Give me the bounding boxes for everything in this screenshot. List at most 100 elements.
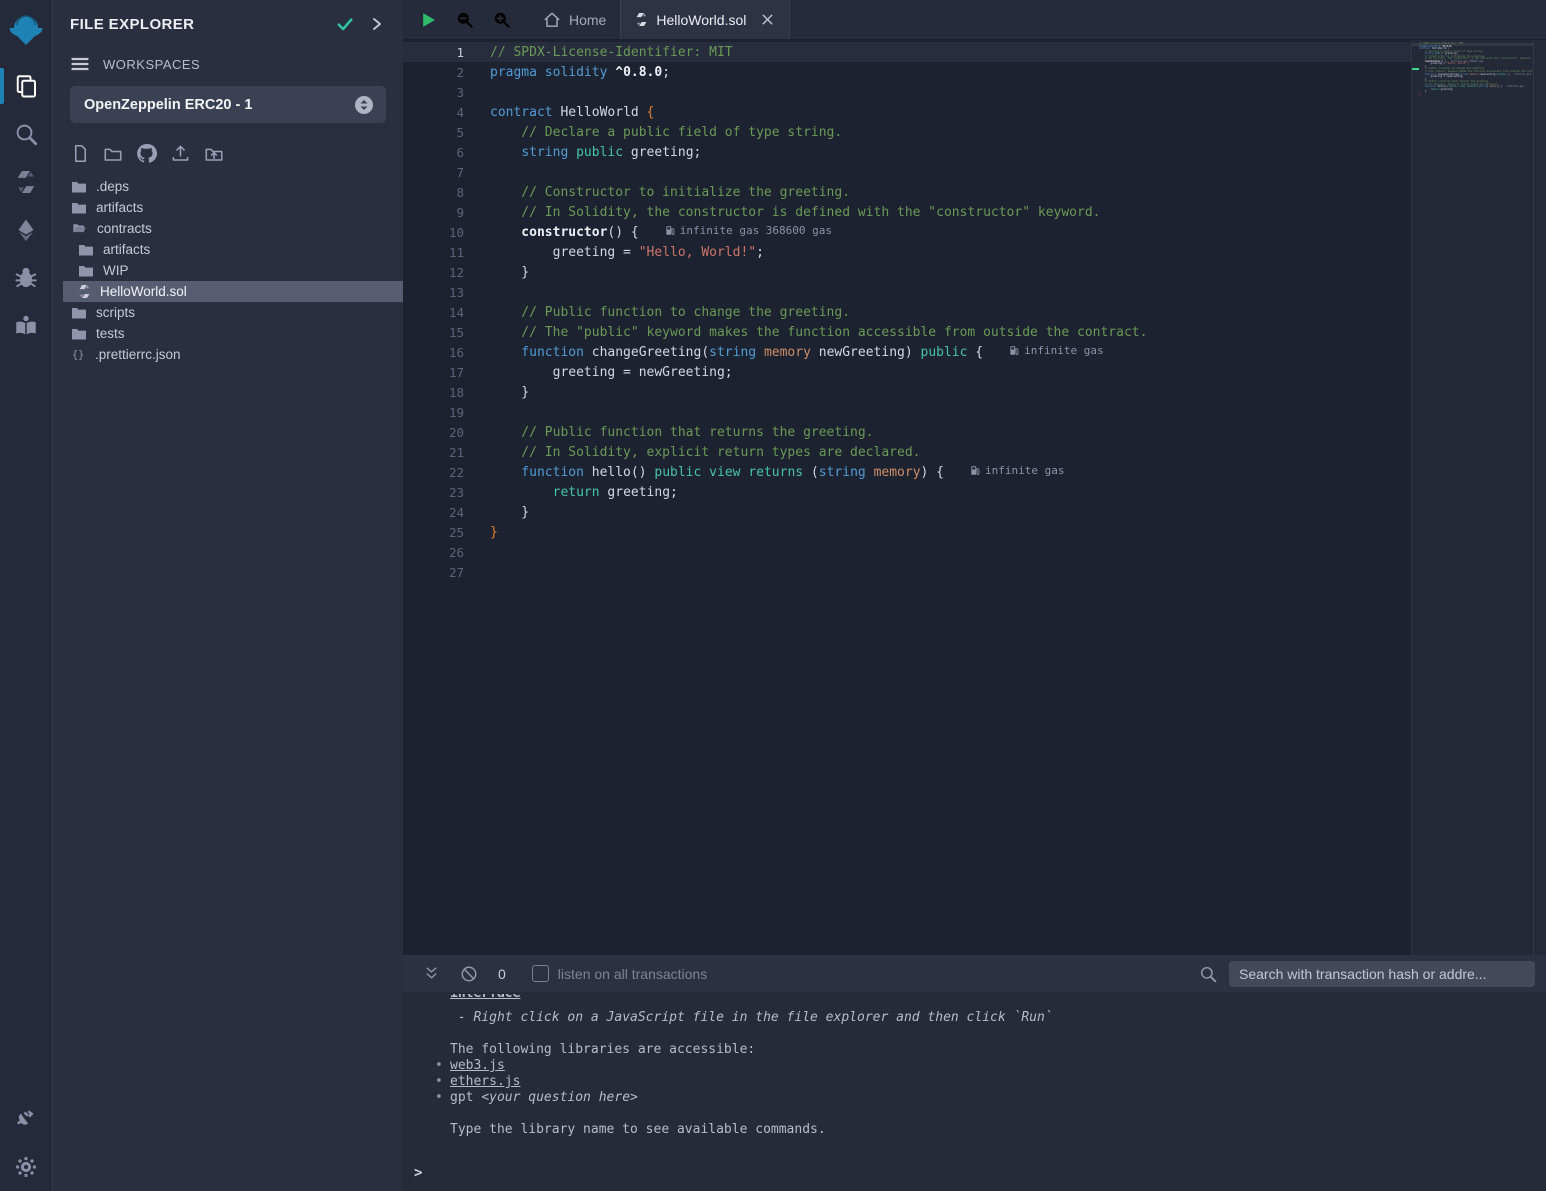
terminal-line: The following libraries are accessible:	[403, 1042, 1546, 1058]
tree-item--prettierrc-json[interactable]: {}.prettierrc.json	[53, 344, 403, 365]
workspaces-label: WORKSPACES	[103, 57, 200, 72]
tree-item-label: .deps	[96, 179, 129, 194]
tree-item-scripts[interactable]: scripts	[53, 302, 403, 323]
rail-item-settings[interactable]	[0, 1143, 53, 1191]
gas-estimate-badge: infinite gas	[1507, 86, 1524, 89]
minimap-content: // SPDX-License-Identifier: MITpragma so…	[1412, 40, 1533, 96]
line-number: 2	[403, 65, 464, 80]
line-number: 12	[403, 265, 464, 280]
code-line-3: 3	[403, 82, 1411, 102]
remix-ide-window: FILE EXPLORER WORKSPACES OpenZeppelin ER…	[0, 0, 1546, 1191]
rail-item-file-explorer[interactable]	[0, 62, 53, 110]
line-number: 8	[403, 185, 464, 200]
gas-icon	[665, 225, 675, 236]
terminal-link[interactable]: ethers.js	[450, 1074, 520, 1089]
code-editor[interactable]: 1// SPDX-License-Identifier: MIT2pragma …	[403, 40, 1546, 955]
line-number: 6	[403, 145, 464, 160]
tab-helloworld-sol[interactable]: HelloWorld.sol	[620, 0, 790, 39]
clear-console-icon[interactable]	[460, 965, 478, 983]
rail-item-solidity-compiler[interactable]	[0, 158, 53, 206]
tree-item-contracts[interactable]: contracts	[53, 218, 403, 239]
code-line-21: 21 // In Solidity, explicit return types…	[403, 442, 1411, 462]
rail-item-plugin-manager[interactable]	[0, 1095, 53, 1143]
check-icon[interactable]	[335, 14, 355, 34]
tree-item--deps[interactable]: .deps	[53, 176, 403, 197]
code-line-1: 1// SPDX-License-Identifier: MIT	[403, 42, 1411, 62]
gas-icon	[970, 465, 980, 476]
code-line-11: 11 greeting = "Hello, World!";	[403, 242, 1411, 262]
tree-item-artifacts[interactable]: artifacts	[53, 239, 403, 260]
code-line-2: 2pragma solidity ^0.8.0;	[403, 62, 1411, 82]
tree-item-artifacts[interactable]: artifacts	[53, 197, 403, 218]
folder-icon	[71, 327, 87, 341]
code-line-16: 16 function changeGreeting(string memory…	[403, 342, 1411, 362]
terminal-search-input[interactable]	[1229, 961, 1535, 987]
zoom-out-icon[interactable]	[455, 10, 474, 29]
code-line-7: 7	[403, 162, 1411, 182]
terminal-line: Type the library name to see available c…	[403, 1122, 1546, 1138]
new-file-icon[interactable]	[71, 144, 90, 163]
line-number: 16	[403, 345, 464, 360]
expand-terminal-icon[interactable]	[423, 965, 440, 982]
terminal-link[interactable]: interface	[450, 994, 520, 1001]
listen-transactions-checkbox[interactable]	[532, 965, 549, 982]
tree-item-label: .prettierrc.json	[95, 347, 181, 362]
line-number: 20	[403, 425, 464, 440]
hamburger-menu-icon[interactable]	[70, 54, 90, 74]
gas-estimate-badge: infinite gas 368600 gas	[665, 224, 832, 237]
line-number: 23	[403, 485, 464, 500]
code-line-4: 4contract HelloWorld {	[403, 102, 1411, 122]
editor-scrollbar[interactable]	[1533, 40, 1546, 955]
terminal-prompt[interactable]: >	[414, 1165, 422, 1181]
code-line-24: 24 }	[403, 502, 1411, 522]
code-line-15: 15 // The "public" keyword makes the fun…	[403, 322, 1411, 342]
code-line-27: 27	[403, 562, 1411, 582]
tree-item-tests[interactable]: tests	[53, 323, 403, 344]
close-tab-icon[interactable]	[760, 12, 775, 27]
zoom-in-icon[interactable]	[492, 10, 511, 29]
rail-item-search[interactable]	[0, 110, 53, 158]
tree-item-wip[interactable]: WIP	[53, 260, 403, 281]
solidity-icon	[78, 284, 91, 299]
line-number: 3	[403, 85, 464, 100]
tree-item-helloworld-sol[interactable]: HelloWorld.sol	[63, 281, 403, 302]
github-icon[interactable]	[136, 143, 157, 164]
file-explorer-toolbar	[53, 123, 403, 172]
line-number: 15	[403, 325, 464, 340]
folder-open-icon	[71, 222, 88, 236]
chevron-right-icon[interactable]	[369, 16, 385, 32]
code-line-6: 6 string public greeting;	[403, 142, 1411, 162]
main-area: Home HelloWorld.sol 1// SPDX-License-Iden…	[403, 0, 1546, 1191]
rail-item-remix-logo	[0, 0, 53, 62]
tab-label: Home	[569, 12, 606, 28]
terminal-output[interactable]: interface - Right click on a JavaScript …	[403, 992, 1546, 1191]
code-line-8: 8 // Constructor to initialize the greet…	[403, 182, 1411, 202]
line-number: 5	[403, 125, 464, 140]
tree-item-label: artifacts	[96, 200, 143, 215]
rail-item-learneth[interactable]	[0, 302, 53, 350]
minimap[interactable]: // SPDX-License-Identifier: MITpragma so…	[1411, 40, 1533, 955]
line-number: 26	[403, 545, 464, 560]
terminal-line: - Right click on a JavaScript file in th…	[403, 1010, 1546, 1026]
new-folder-icon[interactable]	[103, 144, 123, 163]
terminal-link[interactable]: web3.js	[450, 1058, 505, 1073]
line-number: 27	[403, 565, 464, 580]
updown-circle-icon	[354, 95, 374, 115]
terminal-line: interface	[403, 994, 1546, 1010]
tab-label: HelloWorld.sol	[656, 12, 746, 28]
file-explorer-panel: FILE EXPLORER WORKSPACES OpenZeppelin ER…	[53, 0, 403, 1191]
upload-file-icon[interactable]	[170, 144, 191, 163]
tab-home[interactable]: Home	[529, 0, 620, 39]
line-number: 14	[403, 305, 464, 320]
tree-item-label: WIP	[103, 263, 129, 278]
folder-icon	[71, 180, 87, 194]
line-number: 22	[403, 465, 464, 480]
gas-icon	[1009, 345, 1019, 356]
workspace-select[interactable]: OpenZeppelin ERC20 - 1	[70, 86, 386, 123]
gas-estimate-badge: infinite gas	[970, 464, 1064, 477]
terminal-panel: 0 listen on all transactions interface -…	[403, 955, 1546, 1191]
rail-item-deploy-run[interactable]	[0, 206, 53, 254]
upload-folder-icon[interactable]	[204, 144, 224, 163]
rail-item-debugger[interactable]	[0, 254, 53, 302]
run-script-icon[interactable]	[420, 11, 437, 29]
